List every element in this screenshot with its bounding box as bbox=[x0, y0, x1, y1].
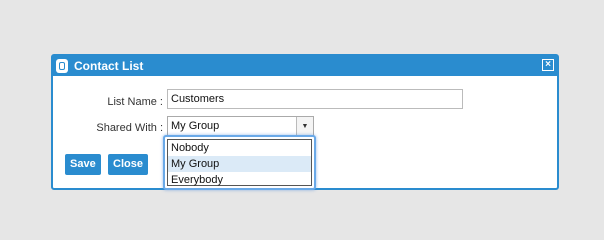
list-name-input[interactable] bbox=[167, 89, 463, 109]
chevron-down-icon[interactable]: ▼ bbox=[296, 117, 313, 135]
dialog-title: Contact List bbox=[74, 59, 144, 73]
option-nobody[interactable]: Nobody bbox=[168, 140, 311, 156]
dialog-titlebar[interactable]: Contact List × bbox=[53, 56, 557, 76]
shared-with-dropdown: Nobody My Group Everybody bbox=[163, 135, 316, 190]
option-my-group[interactable]: My Group bbox=[168, 156, 311, 172]
app-logo-icon bbox=[56, 59, 68, 73]
list-name-label: List Name : bbox=[107, 96, 163, 108]
shared-with-label: Shared With : bbox=[96, 122, 163, 134]
shared-with-select[interactable]: My Group ▼ bbox=[167, 116, 314, 136]
save-button[interactable]: Save bbox=[65, 154, 101, 175]
option-everybody[interactable]: Everybody bbox=[168, 172, 311, 188]
close-icon[interactable]: × bbox=[542, 59, 554, 71]
dropdown-list: Nobody My Group Everybody bbox=[167, 139, 312, 186]
close-button[interactable]: Close bbox=[108, 154, 148, 175]
shared-with-value: My Group bbox=[171, 120, 220, 132]
